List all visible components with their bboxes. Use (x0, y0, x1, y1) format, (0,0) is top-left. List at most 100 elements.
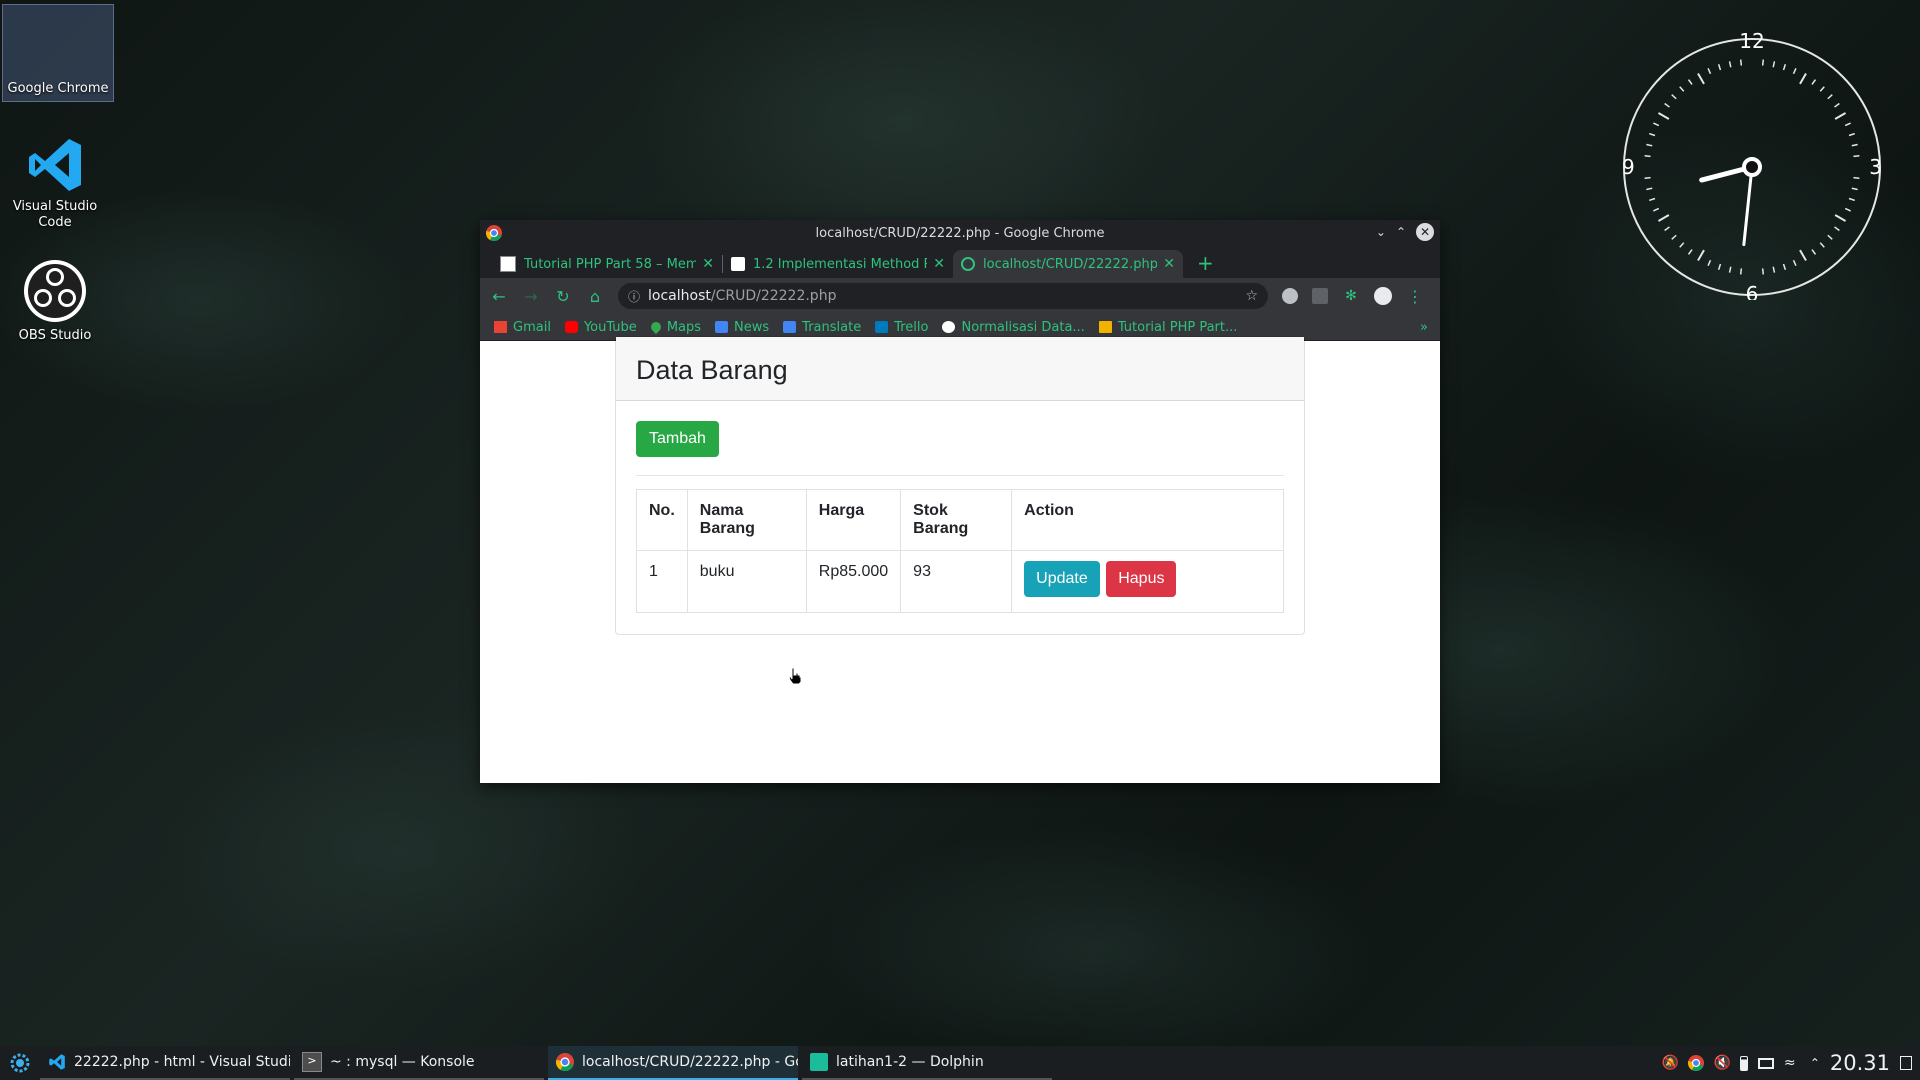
desktop-icon-label: Visual Studio Code (12, 199, 98, 230)
bookmark-tutorial-php[interactable]: Tutorial PHP Part... (1098, 320, 1237, 335)
clock-tick (1834, 214, 1847, 222)
clock-tick (1827, 94, 1833, 100)
add-item-button[interactable]: Tambah (636, 421, 719, 457)
close-tab-icon[interactable]: ✕ (702, 256, 714, 272)
bookmark-label: News (734, 319, 770, 335)
close-tab-icon[interactable]: ✕ (1163, 256, 1175, 272)
delete-button[interactable]: Hapus (1106, 561, 1177, 597)
bookmark-star-icon[interactable]: ☆ (1245, 288, 1258, 304)
desktop-icon-label: OBS Studio (18, 328, 92, 343)
clock-tick (1811, 249, 1817, 255)
network-icon[interactable]: ≈ (1784, 1055, 1800, 1071)
cell-nama: buku (686, 550, 807, 613)
clock-tick (1848, 132, 1855, 137)
battery-icon[interactable] (1739, 1055, 1748, 1071)
reload-icon[interactable]: ↻ (554, 287, 572, 306)
col-header-harga: Harga (805, 489, 902, 551)
clock-tick (1772, 61, 1776, 68)
obs-icon (24, 260, 86, 322)
clock-tick (1646, 143, 1653, 147)
bookmark-label: Maps (666, 319, 702, 335)
task-dolphin[interactable]: latihan1-2 — Dolphin (802, 1046, 1052, 1080)
clock-tick (1664, 102, 1670, 108)
address-bar[interactable]: ⓘ localhost/CRUD/22222.php ☆ (618, 283, 1268, 309)
show-desktop-icon[interactable] (1900, 1056, 1912, 1070)
notifications-muted-icon[interactable]: 🔕 (1662, 1055, 1679, 1071)
bookmark-maps[interactable]: Maps (648, 319, 702, 335)
wordpress-icon (942, 321, 956, 333)
window-title: localhost/CRUD/22222.php - Google Chrome (815, 225, 1105, 241)
home-icon[interactable]: ⌂ (586, 287, 604, 306)
cell-action: Update Hapus (1011, 550, 1284, 613)
analog-clock-widget: 12 3 6 9 (1622, 30, 1882, 300)
more-bookmarks-icon[interactable]: » (1420, 320, 1428, 335)
clock-tick (1644, 176, 1651, 180)
clock-numeral-3: 3 (1869, 155, 1882, 179)
bookmark-label: YouTube (583, 319, 637, 335)
clock-tick (1844, 122, 1851, 127)
profile-avatar[interactable] (1374, 287, 1392, 305)
clock-tick (1649, 132, 1656, 137)
youtube-icon (564, 321, 578, 333)
maximize-icon[interactable]: ⌃ (1396, 225, 1406, 239)
terminal-icon: > (302, 1052, 322, 1072)
chrome-window: localhost/CRUD/22222.php - Google Chrome… (480, 220, 1440, 783)
col-header-no: No. (636, 489, 688, 551)
taskbar-clock[interactable]: 20.31 (1830, 1051, 1890, 1075)
cell-no: 1 (636, 550, 688, 613)
app-launcher[interactable] (0, 1053, 40, 1073)
clock-numeral-6: 6 (1746, 282, 1759, 300)
minimize-icon[interactable]: ⌄ (1376, 225, 1386, 239)
globe-extension-icon[interactable] (1282, 288, 1298, 304)
bookmark-youtube[interactable]: YouTube (564, 319, 637, 335)
task-chrome[interactable]: localhost/CRUD/22222.php - Goog... (548, 1046, 798, 1080)
new-tab-icon[interactable]: + (1197, 251, 1214, 275)
clock-tick (1851, 187, 1858, 191)
close-window-icon[interactable]: ✕ (1416, 223, 1434, 241)
clock-tick (1728, 266, 1732, 273)
desktop-icon-obs[interactable]: OBS Studio (0, 258, 110, 344)
clock-tick (1799, 72, 1807, 85)
clock-tick (1811, 79, 1817, 85)
extensions-puzzle-icon[interactable]: ✻ (1342, 288, 1360, 304)
bookmark-label: Normalisasi Data... (961, 319, 1085, 335)
page-content: Data Barang Tambah No. Nama Barang Harga… (480, 336, 1440, 783)
clock-tick (1827, 234, 1833, 240)
forward-icon[interactable]: → (522, 287, 540, 306)
bookmark-normalisasi[interactable]: Normalisasi Data... (942, 319, 1085, 335)
maps-pin-icon (648, 319, 663, 335)
translate-extension-icon[interactable] (1312, 288, 1328, 304)
bookmark-translate[interactable]: Translate (783, 320, 861, 335)
task-konsole[interactable]: > ~ : mysql — Konsole (294, 1046, 544, 1080)
clock-tick (1646, 187, 1653, 191)
site-info-icon[interactable]: ⓘ (628, 288, 640, 305)
display-icon[interactable] (1757, 1057, 1774, 1069)
tab-tutorial-php[interactable]: Tutorial PHP Part 58 – Memb ✕ (492, 250, 722, 278)
chrome-tray-icon[interactable] (1687, 1055, 1704, 1071)
clock-tick (1782, 64, 1787, 71)
menu-kebab-icon[interactable]: ⋮ (1406, 287, 1424, 306)
tray-expand-icon[interactable]: ⌃ (1810, 1056, 1820, 1070)
bookmark-gmail[interactable]: Gmail (494, 320, 551, 335)
bookmark-news[interactable]: News (715, 320, 769, 335)
tab-implementasi[interactable]: 1.2 Implementasi Method PC ✕ (723, 250, 953, 278)
task-vscode[interactable]: 22222.php - html - Visual Studio C... (40, 1046, 290, 1080)
globe-favicon (961, 257, 975, 271)
clock-tick (1761, 59, 1765, 66)
back-icon[interactable]: ← (490, 287, 508, 306)
bookmark-trello[interactable]: Trello (875, 320, 928, 335)
col-header-nama: Nama Barang (686, 489, 807, 551)
page-title: Data Barang (616, 337, 1304, 401)
tab-localhost-active[interactable]: localhost/CRUD/22222.php ✕ (953, 250, 1183, 278)
volume-muted-icon[interactable]: 🔇 (1714, 1055, 1731, 1071)
update-button[interactable]: Update (1024, 561, 1100, 597)
launcher-gear-icon (10, 1053, 30, 1073)
vscode-icon (49, 1054, 65, 1070)
close-tab-icon[interactable]: ✕ (933, 256, 945, 272)
window-titlebar[interactable]: localhost/CRUD/22222.php - Google Chrome… (480, 220, 1440, 246)
desktop-icon-google-chrome[interactable]: Google Chrome (2, 4, 114, 102)
vscode-icon (29, 139, 81, 191)
clock-tick (1853, 154, 1860, 158)
clock-tick (1739, 59, 1743, 66)
desktop-icon-vscode[interactable]: Visual Studio Code (0, 135, 110, 231)
